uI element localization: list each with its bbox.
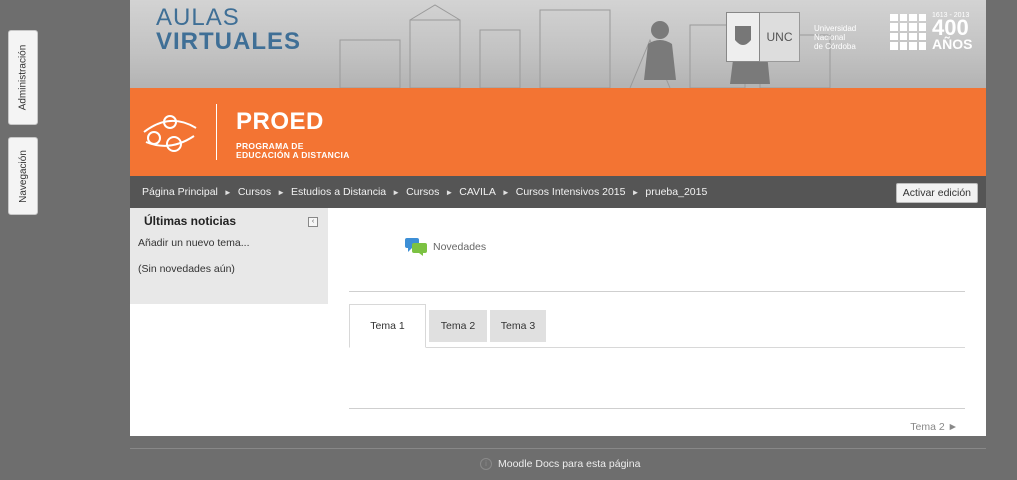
400-anos-logo: 1613 - 2013 400 AÑOS (890, 12, 972, 51)
section-divider-bottom (349, 408, 965, 409)
breadcrumb-separator-icon: ► (445, 187, 454, 197)
dock-administration-label: Administración (17, 44, 29, 111)
block-collapse-icon[interactable]: ‹ (308, 217, 318, 227)
breadcrumb-item-home[interactable]: Página Principal (142, 186, 218, 198)
breadcrumb-item-intensivos[interactable]: Cursos Intensivos 2015 (516, 186, 626, 198)
proed-logo-icon (143, 115, 197, 152)
anos-word: AÑOS (932, 36, 973, 52)
footer-divider (130, 448, 986, 449)
main-content: Últimas noticias ‹ Añadir un nuevo tema.… (130, 208, 986, 436)
topic-tabs: Tema 1 Tema 2 Tema 3 (349, 304, 965, 348)
unc-name-line-1: Universidad (814, 23, 857, 33)
anos-number: 400 (932, 15, 969, 40)
breadcrumb-item-current[interactable]: prueba_2015 (645, 186, 707, 198)
breadcrumb-separator-icon: ► (223, 187, 232, 197)
unc-name: Universidad Nacional de Córdoba (814, 24, 856, 51)
unc-label: UNC (760, 12, 800, 62)
unc-crest-icon (726, 12, 760, 62)
breadcrumb-separator-icon: ► (501, 187, 510, 197)
no-news-text: (Sin novedades aún) (138, 263, 235, 275)
aulas-virtuales-logo: AULAS VIRTUALES (156, 6, 301, 54)
breadcrumb-separator-icon: ► (277, 187, 285, 197)
unc-name-line-2: Nacional (814, 32, 846, 42)
news-forum-link[interactable]: Novedades (405, 238, 486, 256)
proed-subtitle-line-2: EDUCACIÓN A DISTANCIA (236, 150, 350, 160)
dock-navigation-label: Navegación (17, 149, 29, 203)
forum-icon (405, 238, 427, 256)
tab-tema-3[interactable]: Tema 3 (490, 310, 546, 342)
breadcrumb-item-cursos[interactable]: Cursos (238, 186, 271, 198)
logo-line-2: VIRTUALES (156, 28, 302, 55)
tab-tema-1[interactable]: Tema 1 (349, 304, 426, 348)
news-forum-label: Novedades (433, 241, 487, 253)
proed-divider (216, 104, 217, 160)
unc-logo: UNC Universidad Nacional de Córdoba (726, 12, 856, 62)
dock-navigation-tab[interactable]: Navegación (8, 137, 38, 215)
breadcrumb-item-estudios[interactable]: Estudios a Distancia (291, 186, 386, 198)
moodle-docs-label: Moodle Docs para esta página (498, 458, 641, 470)
proed-subtitle: PROGRAMA DE EDUCACIÓN A DISTANCIA (236, 142, 350, 160)
next-topic-link[interactable]: Tema 2 ► (910, 421, 958, 433)
breadcrumb-item-cursos-2[interactable]: Cursos (406, 186, 439, 198)
anos-grid-icon (890, 13, 926, 50)
breadcrumb-item-cavila[interactable]: CAVILA (459, 186, 496, 198)
site-banner: AULAS VIRTUALES UNC Universidad Nacional… (130, 0, 986, 88)
breadcrumb-separator-icon: ► (631, 187, 640, 197)
breadcrumb-separator-icon: ► (392, 187, 401, 197)
unc-name-line-3: de Córdoba (814, 41, 856, 51)
help-icon: i (480, 458, 492, 470)
add-new-topic-link[interactable]: Añadir un nuevo tema... (138, 237, 250, 249)
tab-tema-2[interactable]: Tema 2 (429, 310, 487, 342)
proed-title: PROED (236, 108, 324, 135)
logo-line-1: AULAS (156, 4, 240, 31)
dock-administration-tab[interactable]: Administración (8, 30, 38, 125)
turn-editing-on-button[interactable]: Activar edición (895, 183, 978, 203)
breadcrumb: Página Principal ► Cursos ► Estudios a D… (130, 176, 986, 208)
section-divider (349, 291, 965, 292)
moodle-docs-link[interactable]: i Moodle Docs para esta página (480, 458, 640, 470)
latest-news-block: Últimas noticias ‹ Añadir un nuevo tema.… (130, 208, 328, 304)
proed-header: PROED PROGRAMA DE EDUCACIÓN A DISTANCIA (130, 88, 986, 176)
latest-news-heading: Últimas noticias (144, 214, 237, 228)
